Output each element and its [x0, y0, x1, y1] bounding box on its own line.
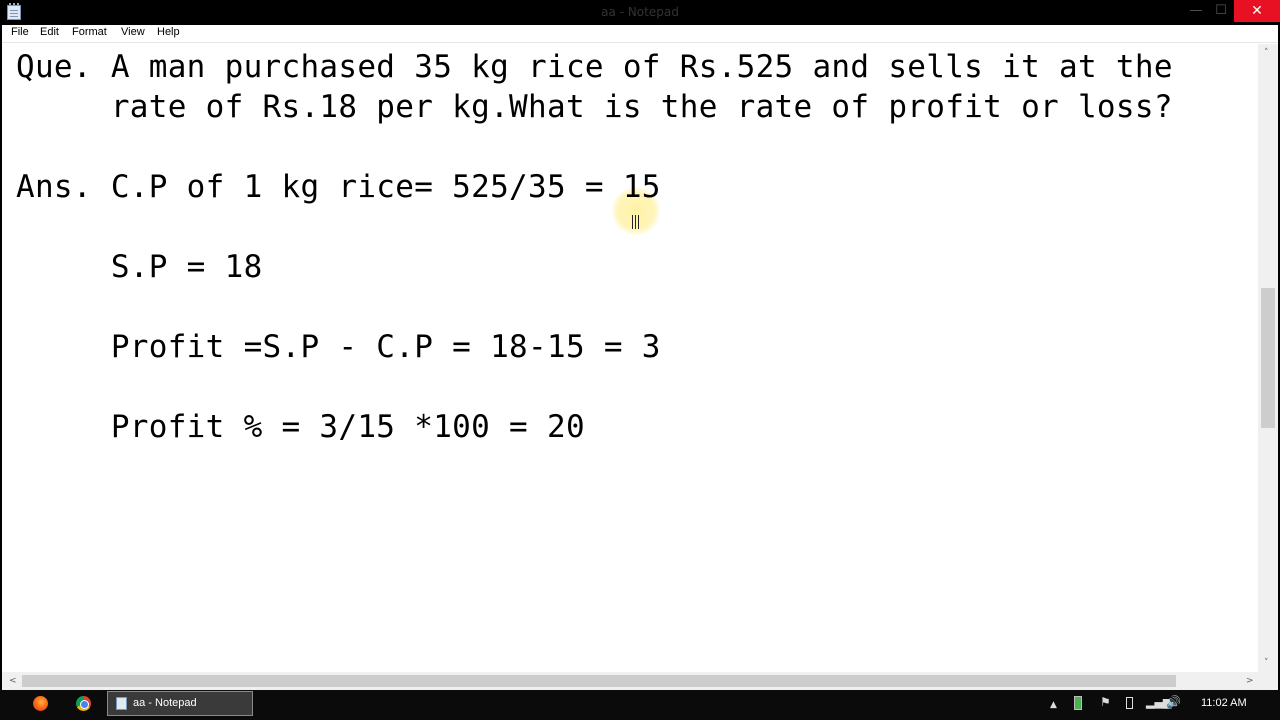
text-line: rate of Rs.18 per kg.What is the rate of… — [16, 89, 1173, 125]
close-button[interactable]: ✕ — [1234, 0, 1280, 22]
text-line: Ans. C.P of 1 kg rice= 525/35 = 15 — [16, 169, 661, 205]
menu-view[interactable]: View — [121, 26, 145, 38]
maximize-button[interactable]: ☐ — [1208, 0, 1234, 22]
menu-file[interactable]: File — [11, 26, 29, 38]
text-line: Que. A man purchased 35 kg rice of Rs.52… — [16, 49, 1173, 85]
menu-help[interactable]: Help — [157, 26, 180, 38]
text-line: Profit =S.P - C.P = 18-15 = 3 — [16, 329, 661, 365]
scroll-right-arrow-icon[interactable]: > — [1246, 676, 1254, 686]
show-hidden-icons-icon[interactable]: ▲ — [1050, 697, 1057, 713]
horizontal-scrollbar[interactable]: < > — [2, 672, 1258, 690]
ibeam-cursor-icon — [632, 215, 639, 229]
menu-edit[interactable]: Edit — [40, 26, 59, 38]
taskbar-task-label: aa - Notepad — [133, 697, 197, 709]
scroll-left-arrow-icon[interactable]: < — [9, 676, 17, 686]
menu-format[interactable]: Format — [72, 26, 107, 38]
text-editor[interactable]: Que. A man purchased 35 kg rice of Rs.52… — [2, 44, 1258, 672]
title-bar[interactable]: aa - Notepad — ☐ ✕ — [0, 0, 1280, 25]
power-icon[interactable] — [1126, 697, 1133, 709]
firefox-icon[interactable] — [33, 696, 48, 711]
battery-icon[interactable] — [1074, 696, 1082, 710]
horizontal-scroll-thumb[interactable] — [22, 675, 1176, 687]
notepad-icon — [116, 697, 127, 710]
minimize-button[interactable]: — — [1183, 0, 1209, 22]
menu-bar: File Edit Format View Help — [2, 25, 1278, 43]
action-center-flag-icon[interactable]: ⚑ — [1100, 694, 1111, 710]
taskbar-notepad-button[interactable]: aa - Notepad — [107, 691, 253, 716]
window-title: aa - Notepad — [601, 5, 679, 19]
taskbar-clock[interactable]: 11:02 AM — [1201, 697, 1247, 709]
scroll-down-arrow-icon[interactable]: ˅ — [1264, 658, 1269, 668]
scrollbar-corner — [1258, 672, 1278, 690]
vertical-scroll-thumb[interactable] — [1261, 288, 1275, 428]
text-line: Profit % = 3/15 *100 = 20 — [16, 409, 585, 445]
volume-icon[interactable]: 🔊 — [1166, 694, 1181, 710]
scroll-up-arrow-icon[interactable]: ˄ — [1264, 48, 1269, 58]
chrome-icon[interactable] — [76, 696, 91, 711]
vertical-scrollbar[interactable]: ˄ ˅ — [1258, 44, 1278, 672]
text-line: S.P = 18 — [16, 249, 263, 285]
notepad-window: File Edit Format View Help Que. A man pu… — [2, 25, 1278, 690]
